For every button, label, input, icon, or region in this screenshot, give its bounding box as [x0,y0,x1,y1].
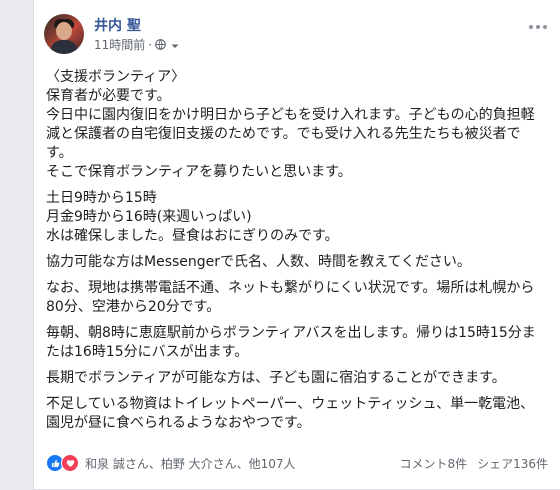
more-options-icon[interactable] [528,14,548,35]
globe-icon[interactable] [155,39,166,50]
post-meta: 11時間前 · [94,36,180,53]
comments-count[interactable]: コメント8件 [399,455,467,472]
post-paragraph: 毎朝、朝8時に恵庭駅前からボランティアバスを出します。帰りは15時15分または1… [46,325,536,360]
engagement-counts: コメント8件 シェア136件 [399,455,548,472]
post-timestamp[interactable]: 11時間前 [94,36,145,53]
post-paragraph: 長期でボランティアが可能な方は、子ども園に宿泊することができます。 [46,370,506,386]
post-header: 井内 聖 11時間前 · [44,12,550,60]
post-body: 〈支援ボランティア〉 保育者が必要です。 今日中に園内復旧をかけ明日から子どもを… [46,68,542,440]
post-footer: 和泉 誠さん、柏野 大介さん、他107人 コメント8件 シェア136件 [46,452,548,474]
avatar[interactable] [44,14,84,54]
avatar-body [50,40,78,54]
shares-count[interactable]: シェア136件 [477,455,548,472]
post-card: 井内 聖 11時間前 · 〈支援ボランティア〉 保育者が必要です。 今日中に園内… [33,0,560,490]
post-paragraph: 土日9時から15時 月金9時から16時(来週いっぱい) 水は確保しました。昼食は… [46,190,339,244]
meta-separator: · [148,37,153,52]
reaction-names[interactable]: 和泉 誠さん、柏野 大介さん、他107人 [85,455,296,472]
post-paragraph: 不足している物資はトイレットペーパー、ウェットティッシュ、単一乾電池、園児が昼に… [46,396,535,431]
post-paragraph: 〈支援ボランティア〉 保育者が必要です。 今日中に園内復旧をかけ明日から子どもを… [46,69,535,180]
post-paragraph: なお、現地は携帯電話不通、ネットも繋がりにくい状況です。場所は札幌から80分、空… [46,280,535,315]
reactions-summary[interactable]: 和泉 誠さん、柏野 大介さん、他107人 [46,454,296,472]
post-paragraph: 協力可能な方はMessengerで氏名、人数、時間を教えてください。 [46,254,471,270]
author-name[interactable]: 井内 聖 [94,15,141,35]
caret-down-icon[interactable] [170,40,180,50]
love-icon [61,454,79,472]
avatar-face [56,22,72,40]
